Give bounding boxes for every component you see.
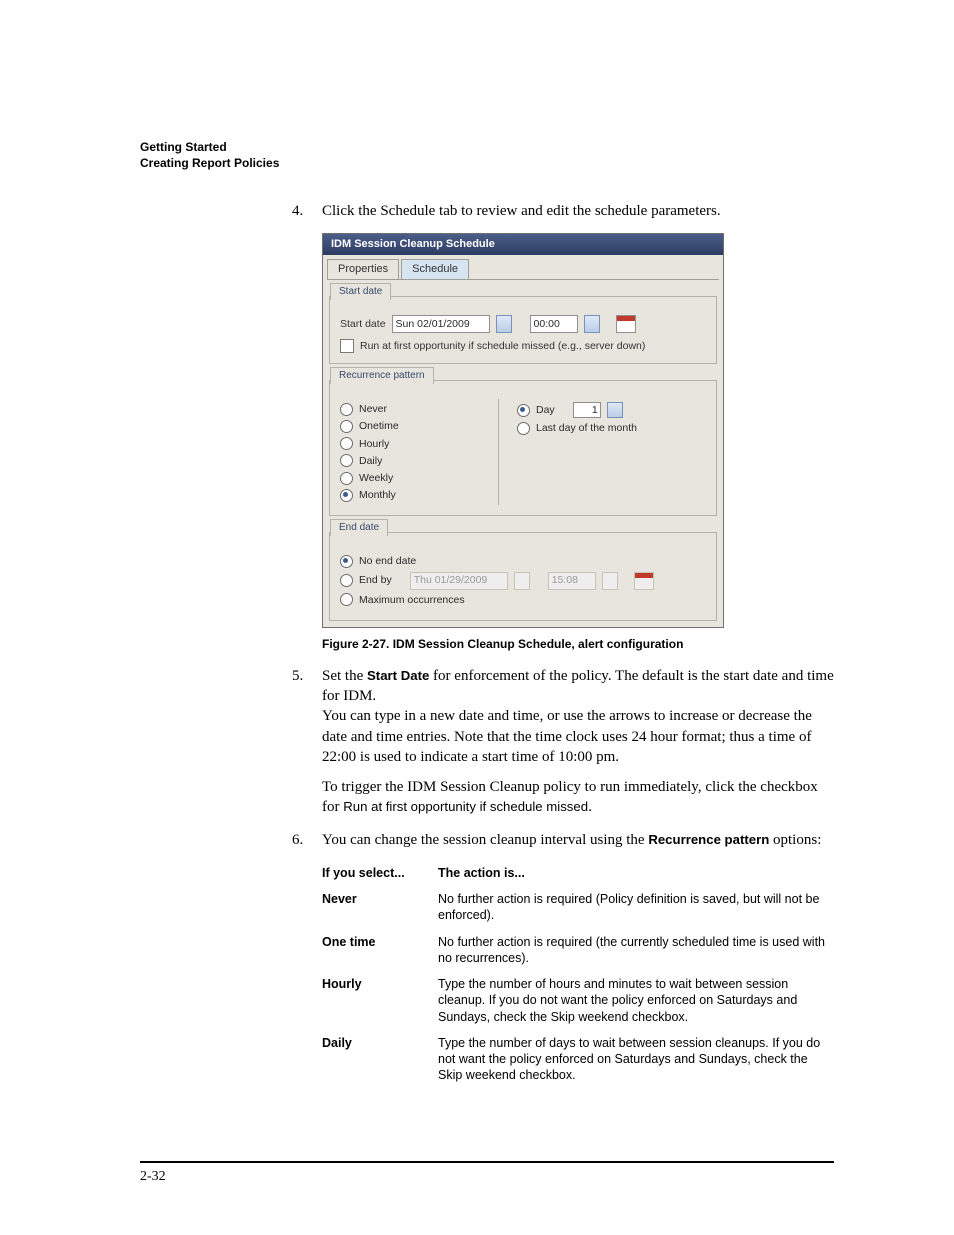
end-date-group-title: End date <box>330 519 388 536</box>
running-header: Getting Started Creating Report Policies <box>140 140 834 171</box>
step-5-p2: You can type in a new date and time, or … <box>322 706 834 767</box>
table-head-left: If you select... <box>322 860 438 886</box>
step-5-start-date-strong: Start Date <box>367 668 429 683</box>
recur-hourly-radio[interactable] <box>340 437 353 450</box>
end-by-radio[interactable] <box>340 574 353 587</box>
recur-lastday-label: Last day of the month <box>536 421 637 435</box>
end-date-group: End date No end date End by Thu 01/29/20… <box>329 532 717 620</box>
start-date-group: Start date Start date Sun 02/01/2009 00:… <box>329 296 717 364</box>
end-by-date-input: Thu 01/29/2009 <box>410 572 508 590</box>
step-6-p1a: You can change the session cleanup inter… <box>322 832 648 848</box>
start-date-label: Start date <box>340 317 386 331</box>
end-by-date-spinner <box>514 572 530 590</box>
recur-weekly-label: Weekly <box>359 471 393 485</box>
table-key: Daily <box>322 1030 438 1089</box>
start-date-group-title: Start date <box>330 283 391 300</box>
run-missed-row: Run at first opportunity if schedule mis… <box>340 339 706 353</box>
dialog-title-bar: IDM Session Cleanup Schedule <box>323 234 723 255</box>
recurrence-options: Never Onetime Hourly Daily Weekly Monthl… <box>340 399 499 505</box>
start-date-row: Start date Sun 02/01/2009 00:00 <box>340 315 706 333</box>
step-4-text: Click the Schedule tab to review and edi… <box>322 201 834 221</box>
table-row: Daily Type the number of days to wait be… <box>322 1030 834 1089</box>
table-key: Never <box>322 886 438 929</box>
figure-caption: Figure 2-27. IDM Session Cleanup Schedul… <box>322 636 834 652</box>
run-missed-label: Run at first opportunity if schedule mis… <box>360 339 645 353</box>
end-by-time-spinner <box>602 572 618 590</box>
table-val: No further action is required (the curre… <box>438 929 834 972</box>
running-header-line1: Getting Started <box>140 140 834 156</box>
start-date-input[interactable]: Sun 02/01/2009 <box>392 315 490 333</box>
step-6: 6. You can change the session cleanup in… <box>292 830 834 1089</box>
step-4: 4. Click the Schedule tab to review and … <box>292 201 834 221</box>
recurrence-group-title: Recurrence pattern <box>330 367 434 384</box>
tab-properties[interactable]: Properties <box>327 259 399 279</box>
recurrence-group: Recurrence pattern Never Onetime Hourly … <box>329 380 717 516</box>
recur-onetime-radio[interactable] <box>340 420 353 433</box>
step-6-recurrence-strong: Recurrence pattern <box>648 832 769 847</box>
step-5-run-missed-inline: Run at first opportunity if schedule mis… <box>343 799 588 814</box>
step-6-number: 6. <box>292 830 322 1089</box>
run-missed-checkbox[interactable] <box>340 339 354 353</box>
recur-monthly-radio[interactable] <box>340 489 353 502</box>
table-row: Hourly Type the number of hours and minu… <box>322 971 834 1030</box>
table-row: One time No further action is required (… <box>322 929 834 972</box>
recur-daily-label: Daily <box>359 454 382 468</box>
recurrence-action-table: If you select... The action is... Never … <box>322 860 834 1089</box>
recur-weekly-radio[interactable] <box>340 472 353 485</box>
step-6-p1c: options: <box>769 832 821 848</box>
step-5-number: 5. <box>292 666 322 818</box>
recur-day-input[interactable]: 1 <box>573 402 601 418</box>
start-date-spinner[interactable] <box>496 315 512 333</box>
tab-schedule[interactable]: Schedule <box>401 259 469 279</box>
recur-lastday-radio[interactable] <box>517 422 530 435</box>
recur-day-spinner[interactable] <box>607 402 623 418</box>
recur-monthly-label: Monthly <box>359 488 396 502</box>
recur-never-label: Never <box>359 402 387 416</box>
schedule-dialog: IDM Session Cleanup Schedule Properties … <box>322 233 724 627</box>
running-header-line2: Creating Report Policies <box>140 156 834 172</box>
end-noend-radio[interactable] <box>340 555 353 568</box>
table-val: Type the number of days to wait between … <box>438 1030 834 1089</box>
step-4-number: 4. <box>292 201 322 221</box>
recurrence-detail: Day 1 Last day of the month <box>499 399 637 438</box>
end-noend-label: No end date <box>359 554 416 568</box>
end-by-time-input: 15:08 <box>548 572 596 590</box>
step-6-body: You can change the session cleanup inter… <box>322 830 834 1089</box>
calendar-icon[interactable] <box>616 315 636 333</box>
recur-day-radio[interactable] <box>517 404 530 417</box>
table-row: Never No further action is required (Pol… <box>322 886 834 929</box>
footer-rule <box>140 1161 834 1163</box>
recur-onetime-label: Onetime <box>359 419 399 433</box>
end-by-calendar-icon <box>634 572 654 590</box>
recur-daily-radio[interactable] <box>340 454 353 467</box>
recur-hourly-label: Hourly <box>359 437 389 451</box>
step-5-p1a: Set the <box>322 668 367 684</box>
page-number: 2-32 <box>140 1168 166 1187</box>
table-key: Hourly <box>322 971 438 1030</box>
table-val: No further action is required (Policy de… <box>438 886 834 929</box>
tab-bar: Properties Schedule <box>327 259 719 280</box>
step-5-body: Set the Start Date for enforcement of th… <box>322 666 834 818</box>
end-maxocc-radio[interactable] <box>340 593 353 606</box>
start-time-spinner[interactable] <box>584 315 600 333</box>
step-5: 5. Set the Start Date for enforcement of… <box>292 666 834 818</box>
step-5-p3c: . <box>588 799 592 815</box>
start-time-input[interactable]: 00:00 <box>530 315 578 333</box>
recur-never-radio[interactable] <box>340 403 353 416</box>
recur-day-label: Day <box>536 403 555 417</box>
table-key: One time <box>322 929 438 972</box>
table-head-right: The action is... <box>438 860 834 886</box>
table-val: Type the number of hours and minutes to … <box>438 971 834 1030</box>
end-maxocc-label: Maximum occurrences <box>359 593 465 607</box>
end-by-label: End by <box>359 573 392 587</box>
